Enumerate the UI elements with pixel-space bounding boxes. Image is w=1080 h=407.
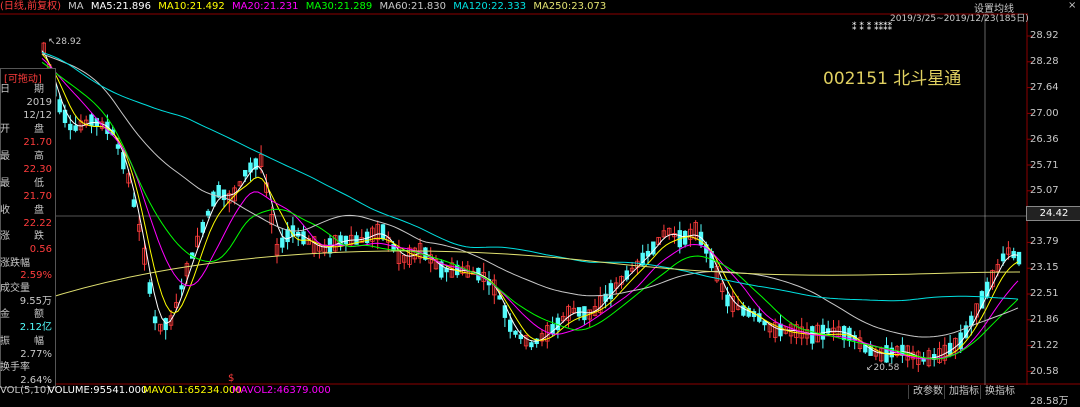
candle-body[interactable] (115, 144, 121, 149)
candle-body[interactable] (301, 231, 306, 245)
candle-body[interactable] (380, 224, 386, 240)
volume-readout: VOLUME:95541.000 (48, 385, 148, 396)
ma-line (41, 61, 1019, 360)
ma-line (41, 53, 1019, 338)
low-row: 最低 (0, 178, 44, 189)
panel-title[interactable]: [可拖动] (4, 70, 42, 85)
volume-label: 成交量 (0, 283, 30, 294)
date-monthday: 12/12 (23, 110, 52, 121)
ma-label: MA (68, 1, 84, 12)
amount-value: 2.12亿 (19, 322, 52, 333)
y-tick-label: 23.79 (1030, 236, 1059, 247)
candle-body[interactable] (741, 305, 746, 316)
amplitude-value: 2.77% (20, 349, 52, 360)
candle-body[interactable] (280, 237, 285, 248)
candle-body[interactable] (1000, 253, 1006, 262)
y-tick-label: 27.00 (1030, 108, 1059, 119)
candle-body[interactable] (179, 285, 184, 290)
change-value: 0.56 (29, 244, 52, 255)
vol-prefix[interactable]: VOL(5,10) (0, 385, 50, 396)
ma30-value: MA30:21.289 (305, 1, 373, 12)
swap-indicator-button[interactable]: 换指标 (980, 385, 1019, 399)
date-range: 2019/3/25~2019/12/23(185日) (890, 14, 1029, 24)
candle-body[interactable] (131, 199, 137, 207)
signal-marker: $ (228, 373, 235, 384)
y-tick-label: 26.36 (1030, 134, 1059, 145)
candle-body[interactable] (529, 342, 534, 348)
stock-title: 002151 北斗星通 (823, 69, 962, 89)
y-tick-label: 28.28 (1030, 56, 1059, 67)
change-pct-label: 涨跌幅 (0, 258, 30, 269)
high-row: 最高 (0, 151, 44, 162)
candle-body[interactable] (725, 294, 730, 307)
change-params-button[interactable]: 改参数 (908, 385, 947, 399)
y-tick-label: 25.07 (1030, 185, 1059, 196)
change-pct-value: 2.59% (20, 270, 52, 281)
high-value: 22.30 (23, 164, 52, 175)
y-tick-label: 27.64 (1030, 82, 1059, 93)
date-year: 2019 (26, 97, 52, 108)
ma-line (41, 58, 1019, 360)
date-row: 日期 (0, 84, 44, 95)
ma250-value: MA250:23.073 (533, 1, 607, 12)
mavol2-readout: MAVOL2:46379.000 (232, 385, 331, 396)
ma120-value: MA120:22.333 (453, 1, 527, 12)
ma5-value: MA5:21.896 (90, 1, 152, 12)
candle-body[interactable] (242, 169, 248, 177)
open-value: 21.70 (23, 137, 52, 148)
current-price-tag: 24.42 (1026, 206, 1080, 221)
ma10-value: MA10:21.492 (158, 1, 225, 12)
turnover-label: 换手率 (0, 362, 30, 373)
candle-body[interactable] (89, 114, 94, 126)
change-row: 涨跌 (0, 231, 44, 242)
open-row: 开盘 (0, 124, 44, 135)
candle-body[interactable] (73, 125, 78, 131)
y-tick-label: 21.22 (1030, 340, 1059, 351)
candle-body[interactable] (68, 123, 73, 131)
ma-line (41, 53, 1019, 360)
candle-body[interactable] (513, 330, 518, 335)
y-tick-label: 21.86 (1030, 314, 1059, 325)
candle-body[interactable] (343, 235, 349, 245)
kline-chart[interactable] (0, 0, 1080, 405)
y-tick-label: 25.71 (1030, 160, 1059, 171)
low-value: 21.70 (23, 191, 52, 202)
amplitude-row: 振幅 (0, 336, 44, 347)
close-icon[interactable]: × (1068, 0, 1076, 11)
candle-body[interactable] (205, 210, 211, 216)
low-price-marker: ↙20.58 (866, 363, 900, 373)
candle-body[interactable] (285, 229, 290, 243)
candle-body[interactable] (163, 318, 168, 331)
candle-body[interactable] (147, 282, 152, 294)
close-row: 收盘 (0, 205, 44, 216)
ma60-value: MA60:21.830 (379, 1, 447, 12)
volume-value: 9.55万 (19, 296, 52, 307)
y-tick-label: 22.51 (1030, 288, 1059, 299)
candle-body[interactable] (947, 342, 953, 355)
candle-body[interactable] (152, 316, 158, 324)
period-label[interactable]: (日线,前复权) (0, 1, 61, 12)
ma20-value: MA20:21.231 (231, 1, 299, 12)
mavol1-readout: MAVOL1:65234.000 (143, 385, 242, 396)
amount-row: 金额 (0, 309, 44, 320)
close-value: 22.22 (23, 218, 52, 229)
candle-body[interactable] (57, 99, 62, 113)
high-price-marker: ↖28.92 (48, 37, 82, 47)
candle-body[interactable] (507, 319, 513, 332)
y-tick-label: 28.92 (1030, 30, 1059, 41)
event-markers[interactable]: ⁑ ⁑ ⁑ ⁑⁑⁑⁑ (852, 23, 892, 33)
candle-body[interactable] (216, 184, 221, 198)
y-tick-label: 20.58 (1030, 366, 1059, 377)
add-indicator-button[interactable]: 加指标 (944, 385, 983, 399)
y-tick-label: 23.15 (1030, 262, 1059, 273)
